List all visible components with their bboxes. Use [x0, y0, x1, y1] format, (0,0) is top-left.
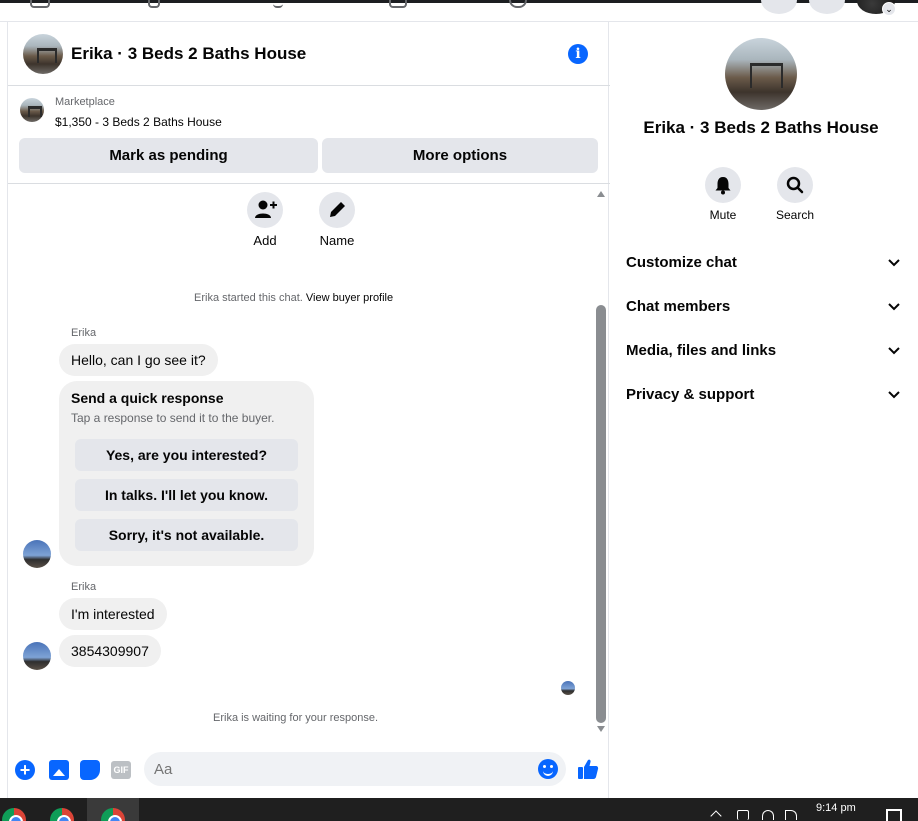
volume-icon[interactable] — [785, 810, 797, 820]
chevron-down-icon — [888, 347, 900, 355]
chrome-icon[interactable] — [2, 808, 26, 821]
conversation-photo[interactable] — [725, 38, 797, 110]
sender-name: Erika — [71, 327, 97, 339]
pencil-icon — [330, 202, 345, 217]
chrome-icon[interactable] — [50, 808, 74, 821]
gif-icon[interactable]: GIF — [111, 761, 131, 779]
chat-details-panel: Erika · 3 Beds 2 Baths House Mute Search… — [610, 22, 918, 798]
page-title[interactable]: Erika · 3 Beds 2 Baths House — [71, 44, 306, 64]
quick-response-yes-button[interactable]: Yes, are you interested? — [75, 439, 298, 471]
sticker-icon[interactable] — [80, 760, 100, 780]
chrome-icon — [101, 808, 125, 821]
marketplace-banner: Marketplace $1,350 - 3 Beds 2 Baths Hous… — [8, 86, 610, 184]
os-taskbar: 9:14 pm — [0, 798, 918, 821]
message-input[interactable] — [144, 752, 566, 786]
menu-icon[interactable] — [761, 0, 797, 14]
name-label: Name — [307, 233, 367, 248]
search-label: Search — [775, 208, 815, 222]
buyer-avatar[interactable] — [23, 642, 51, 670]
search-icon — [786, 176, 804, 194]
notification-icon[interactable] — [886, 809, 902, 821]
home-icon[interactable] — [30, 0, 50, 8]
add-person-icon — [255, 200, 277, 218]
chevron-down-icon — [888, 391, 900, 399]
message-bubble[interactable]: I'm interested — [59, 598, 167, 630]
privacy-support-row[interactable]: Privacy & support — [626, 380, 902, 410]
name-conversation-button[interactable] — [319, 192, 355, 228]
scroll-down-icon[interactable] — [597, 726, 605, 732]
active-taskbar-item[interactable] — [87, 798, 139, 821]
chat-panel: Erika · 3 Beds 2 Baths House i Marketpla… — [7, 22, 610, 798]
scrollbar-thumb[interactable] — [596, 305, 606, 723]
message-list[interactable]: Add Name Erika started this chat. View b… — [8, 184, 610, 739]
conversation-avatar[interactable] — [23, 34, 63, 74]
quick-response-unavailable-button[interactable]: Sorry, it's not available. — [75, 519, 298, 551]
add-people-button[interactable] — [247, 192, 283, 228]
chat-started-text: Erika started this chat. — [194, 292, 303, 304]
view-buyer-profile-link[interactable]: View buyer profile — [306, 292, 393, 304]
photo-icon[interactable] — [49, 760, 69, 780]
battery-icon[interactable] — [737, 810, 749, 820]
bell-icon — [715, 177, 731, 195]
message-bubble[interactable]: 3854309907 — [59, 635, 161, 667]
groups-icon[interactable] — [389, 0, 407, 8]
add-label: Add — [253, 233, 277, 248]
quick-response-card: Send a quick response Tap a response to … — [59, 381, 314, 566]
message-bubble[interactable]: Hello, can I go see it? — [59, 344, 218, 376]
buyer-avatar[interactable] — [23, 540, 51, 568]
chat-started-notice: Erika started this chat. View buyer prof… — [194, 292, 393, 304]
sender-name: Erika — [71, 581, 97, 593]
customize-chat-label: Customize chat — [626, 254, 737, 271]
scroll-up-icon[interactable] — [597, 191, 605, 197]
customize-chat-row[interactable]: Customize chat — [626, 248, 902, 278]
chat-members-row[interactable]: Chat members — [626, 292, 902, 322]
scrollbar[interactable] — [595, 189, 607, 737]
messenger-window: ⌄ Erika · 3 Beds 2 Baths House i Marketp… — [0, 0, 918, 821]
name-label-text: Name — [319, 233, 355, 248]
tray-chevron-icon[interactable] — [710, 810, 722, 821]
mute-label: Mute — [709, 208, 737, 222]
chat-members-label: Chat members — [626, 298, 731, 315]
thumbs-up-icon[interactable] — [576, 757, 600, 781]
media-files-links-label: Media, files and links — [626, 342, 777, 359]
emoji-icon[interactable] — [538, 759, 558, 779]
gaming-icon[interactable] — [509, 0, 527, 8]
wifi-icon[interactable] — [762, 810, 774, 820]
quick-response-subtitle: Tap a response to send it to the buyer. — [71, 411, 275, 425]
info-icon[interactable]: i — [568, 44, 588, 64]
mark-as-pending-button[interactable]: Mark as pending — [19, 138, 318, 173]
mute-button[interactable] — [705, 167, 741, 203]
watch-icon[interactable] — [148, 0, 160, 8]
clock-time[interactable]: 9:14 pm — [816, 802, 856, 814]
search-button[interactable] — [777, 167, 813, 203]
messenger-icon[interactable] — [809, 0, 845, 14]
waiting-notice: Erika is waiting for your response. — [213, 712, 379, 724]
top-navigation-bar: ⌄ — [0, 0, 918, 22]
quick-response-title: Send a quick response — [71, 390, 224, 406]
chevron-down-icon — [888, 259, 900, 267]
chevron-down-icon[interactable]: ⌄ — [882, 2, 896, 16]
message-composer: + GIF — [8, 752, 610, 798]
quick-response-talks-button[interactable]: In talks. I'll let you know. — [75, 479, 298, 511]
details-title: Erika · 3 Beds 2 Baths House — [643, 118, 879, 137]
media-files-links-row[interactable]: Media, files and links — [626, 336, 902, 366]
chevron-down-icon — [888, 303, 900, 311]
listing-title[interactable]: $1,350 - 3 Beds 2 Baths House — [55, 115, 222, 129]
read-receipt-avatar — [561, 681, 575, 695]
listing-thumbnail[interactable] — [20, 98, 44, 122]
more-options-button[interactable]: More options — [322, 138, 598, 173]
chat-header: Erika · 3 Beds 2 Baths House i — [8, 22, 610, 86]
marketplace-icon[interactable] — [273, 0, 283, 8]
marketplace-label: Marketplace — [55, 96, 115, 108]
plus-icon[interactable]: + — [15, 760, 35, 780]
privacy-support-label: Privacy & support — [626, 386, 755, 403]
